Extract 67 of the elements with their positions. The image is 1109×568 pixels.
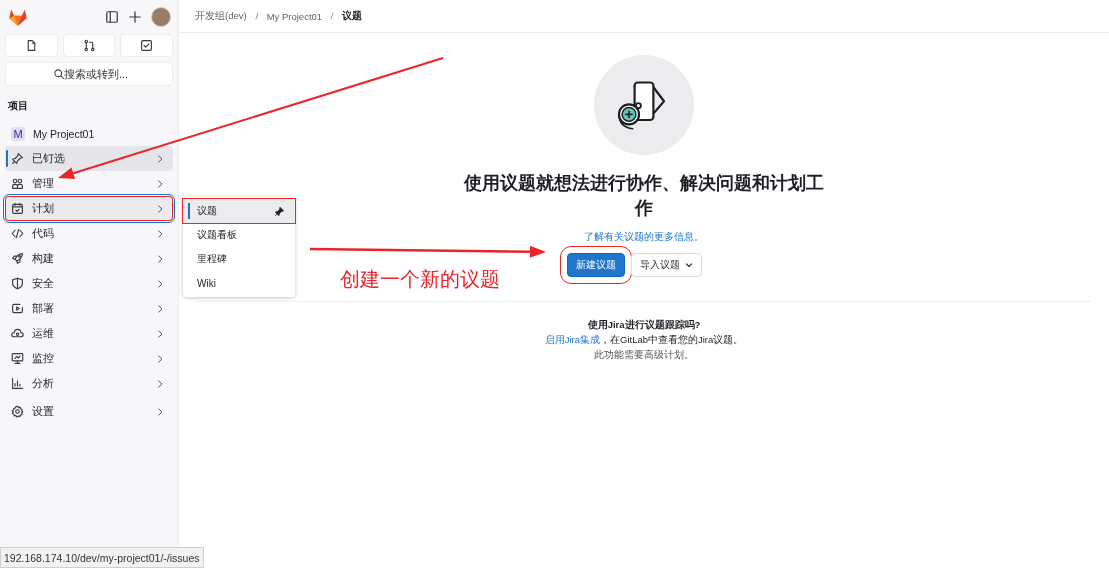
jira-title: 使用Jira进行议题跟踪吗? — [587, 318, 701, 332]
breadcrumb-link[interactable]: 开发组(dev) — [195, 9, 247, 23]
empty-state-title: 使用议题就想法进行协作、解决问题和计划工作 — [462, 172, 825, 220]
jira-description: 启用Jira集成，在GitLab中查看您的Jira议题。 — [544, 333, 744, 347]
cloud-icon — [11, 327, 24, 340]
project-link[interactable]: M My Project01 — [5, 121, 173, 146]
caret-down-icon — [684, 261, 693, 269]
nav-item[interactable]: 运维 — [5, 321, 173, 346]
section-title: 项目 — [8, 99, 29, 113]
breadcrumb-link[interactable]: My Project01 — [266, 10, 323, 22]
merge-request-button[interactable] — [62, 34, 116, 57]
rocket-icon — [11, 252, 24, 265]
nav-item[interactable]: 监控 — [5, 346, 173, 371]
jira-integration-link[interactable]: 启用Jira集成 — [544, 334, 600, 345]
todo-button[interactable] — [120, 34, 173, 57]
nav-item[interactable]: 管理 — [5, 171, 173, 196]
shield-icon — [11, 277, 24, 290]
import-issues-button[interactable]: 导入议题 — [630, 253, 702, 277]
chevron-right-icon — [155, 253, 165, 264]
monitor-icon — [11, 352, 24, 365]
learn-more-link[interactable]: 了解有关议题的更多信息。 — [584, 230, 704, 244]
nav-item[interactable]: 已钉选 — [5, 146, 173, 171]
annotation-note: 创建一个新的议题 — [340, 267, 500, 292]
code-icon — [11, 227, 24, 240]
chevron-right-icon — [155, 178, 165, 189]
gear-icon — [11, 405, 24, 418]
flyout-item[interactable]: Wiki — [183, 271, 295, 295]
flyout-item[interactable]: 里程碑 — [183, 247, 295, 271]
sidebar-toggle-icon — [105, 10, 119, 24]
chevron-right-icon — [155, 278, 165, 289]
calendar-icon — [11, 202, 24, 215]
nav-item[interactable]: 设置 — [5, 399, 173, 424]
slash-icon — [252, 11, 261, 21]
pin-icon — [11, 152, 24, 165]
jira-note: 此功能需要高级计划。 — [594, 348, 694, 362]
fox-logo-icon — [8, 7, 28, 27]
chevron-right-icon — [155, 378, 165, 389]
nav-item[interactable]: 分析 — [5, 371, 173, 396]
pin-icon — [274, 205, 285, 217]
nav-item[interactable]: 安全 — [5, 271, 173, 296]
users-icon — [11, 177, 24, 190]
deploy-icon — [11, 302, 24, 315]
chevron-right-icon — [155, 228, 165, 239]
chevron-right-icon — [155, 328, 165, 339]
breadcrumb-link[interactable]: 议题 — [342, 9, 363, 23]
avatar[interactable] — [151, 7, 171, 27]
nav-item[interactable]: 部署 — [5, 296, 173, 321]
slash-icon — [328, 11, 337, 21]
project-avatar: M — [11, 126, 25, 141]
nav-item[interactable]: 代码 — [5, 221, 173, 246]
chevron-right-icon — [155, 353, 165, 364]
chevron-right-icon — [155, 303, 165, 314]
status-url: 192.168.174.10/dev/my-project01/-/issues — [0, 547, 204, 568]
todo-icon — [140, 39, 154, 52]
issues-button[interactable] — [5, 34, 58, 57]
chevron-right-icon — [155, 406, 165, 417]
plus-icon — [128, 10, 142, 24]
flyout-item[interactable]: 议题看板 — [183, 223, 295, 247]
nav-item[interactable]: 计划 — [5, 196, 173, 221]
chevron-right-icon — [155, 153, 165, 164]
chart-icon — [11, 377, 24, 390]
search-field[interactable]: 搜索或转到... — [5, 62, 173, 86]
nav-item[interactable]: 构建 — [5, 246, 173, 271]
issue-illustration-icon — [594, 55, 694, 155]
merge-request-icon — [82, 39, 96, 52]
flyout-item[interactable]: 议题 — [183, 199, 295, 223]
chevron-right-icon — [155, 203, 165, 214]
